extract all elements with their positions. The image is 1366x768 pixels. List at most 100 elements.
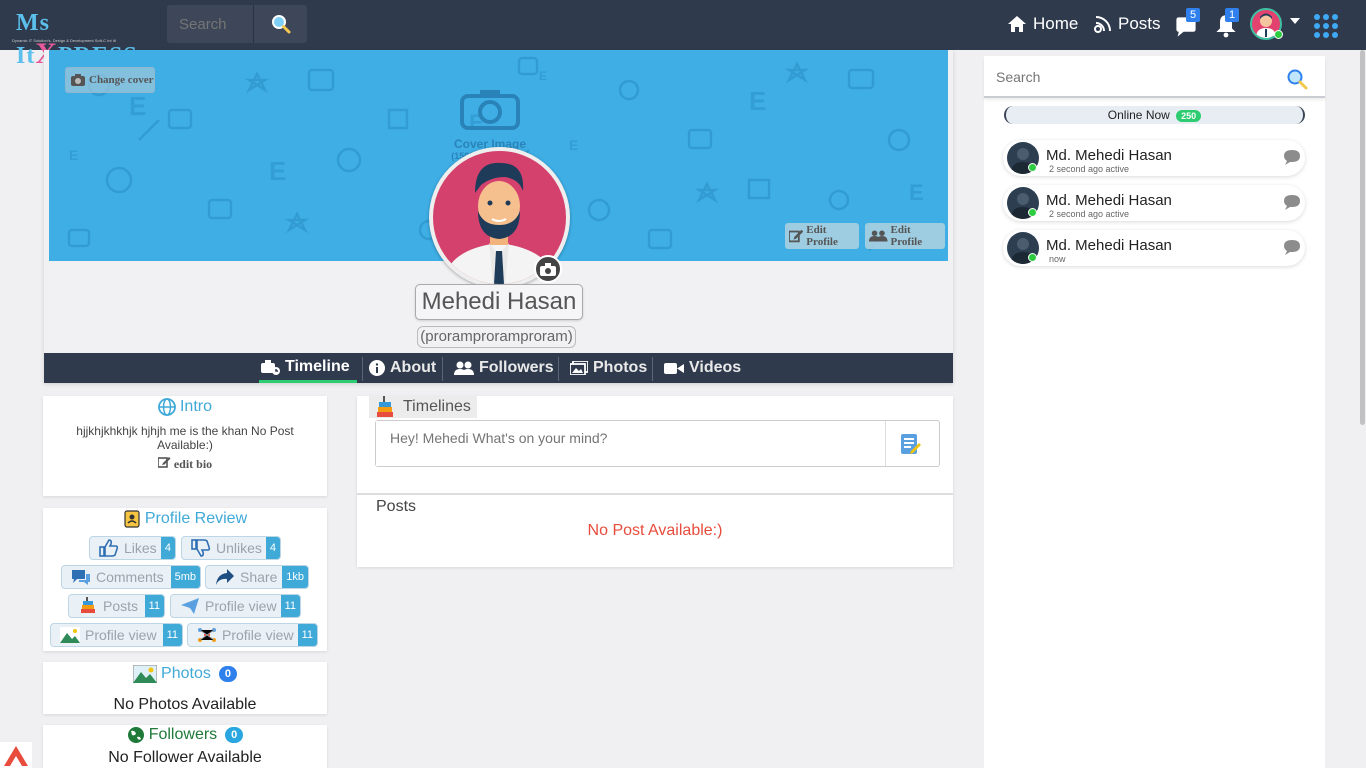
contact-book-icon	[124, 510, 140, 528]
stat-likes[interactable]: Likes 4	[89, 536, 176, 560]
nav-search-input[interactable]	[167, 5, 253, 43]
scrollbar-thumb[interactable]	[1360, 50, 1365, 425]
posts-stack-icon	[81, 597, 95, 613]
intro-title: Intro	[43, 398, 327, 416]
globe-people-icon	[127, 727, 144, 743]
post-composer	[375, 420, 940, 467]
brand-logo[interactable]: Ms ItXPRESS Dynamic IT Solution's, Desig…	[10, 8, 146, 70]
home-icon	[1008, 16, 1026, 32]
info-icon	[369, 360, 385, 376]
chat-bubble-icon[interactable]	[1283, 194, 1301, 210]
edit-icon	[157, 457, 171, 468]
user-name: Md. Mehedi Hasan	[1046, 237, 1172, 254]
publish-post-icon[interactable]	[899, 433, 921, 455]
change-cover-button[interactable]: Change cover	[65, 67, 155, 93]
online-user-row[interactable]: Md. Mehedi Hasan 2 second ago active	[1003, 140, 1305, 176]
stat-count: 11	[280, 595, 300, 617]
network-icon	[198, 628, 216, 642]
online-indicator	[1028, 163, 1037, 172]
stat-share[interactable]: Share 1kb	[205, 565, 309, 589]
followers-count-badge: 0	[225, 727, 244, 743]
tab-timeline[interactable]: Timeline	[259, 353, 357, 383]
share-icon	[216, 569, 234, 585]
user-name: Md. Mehedi Hasan	[1046, 147, 1172, 164]
nav-search-button[interactable]	[253, 5, 307, 43]
stat-comments[interactable]: Comments 5mb	[61, 565, 201, 589]
stat-count: 5mb	[170, 566, 200, 588]
posts-icon	[1094, 16, 1111, 33]
messages-count-badge: 5	[1186, 8, 1201, 22]
images-icon	[570, 361, 588, 375]
chat-bubble-icon[interactable]	[1283, 239, 1301, 255]
caret-down-icon[interactable]	[1290, 18, 1300, 24]
profile-review-title: Profile Review	[43, 510, 327, 528]
stat-posts[interactable]: Posts 11	[68, 594, 165, 618]
comments-icon	[72, 570, 90, 585]
svg-text:E: E	[269, 156, 286, 186]
stat-unlikes[interactable]: Unlikes 4	[181, 536, 281, 560]
stat-count: 11	[162, 624, 182, 646]
timeline-icon	[261, 359, 280, 375]
landscape-icon	[133, 665, 158, 683]
nav-home-link[interactable]: Home	[1007, 14, 1078, 34]
tab-divider	[558, 357, 559, 381]
post-input[interactable]	[376, 421, 886, 466]
stat-profile-view-3[interactable]: Profile view 11	[187, 623, 318, 647]
edit-profile-label-2: Edit Profile	[890, 224, 923, 248]
tab-videos[interactable]: Videos	[664, 353, 741, 383]
apps-grid-icon[interactable]	[1314, 14, 1338, 38]
tab-photos[interactable]: Photos	[570, 353, 647, 383]
camera-icon	[540, 262, 556, 276]
intro-card: Intro hjjkhjkhkhjk hjhjh me is the khan …	[43, 396, 327, 496]
search-icon[interactable]	[1286, 68, 1308, 90]
camera-icon	[460, 90, 520, 130]
profile-review-card: Profile Review Likes 4 Unlikes 4 Comment…	[43, 508, 327, 651]
video-icon	[664, 362, 684, 374]
online-now-bar: Online Now 250	[1004, 106, 1305, 124]
photos-title[interactable]: Photos 0	[43, 665, 327, 683]
nav-home-label: Home	[1033, 14, 1079, 33]
edit-profile-button[interactable]: Edit Profile	[785, 223, 859, 249]
change-photo-button[interactable]	[534, 255, 562, 283]
tab-about[interactable]: About	[369, 353, 436, 383]
no-posts-text: No Post Available:)	[587, 522, 723, 539]
chat-sidebar: Online Now 250 Md. Mehedi Hasan 2 second…	[984, 56, 1325, 768]
sidebar-search-input[interactable]	[984, 58, 1274, 96]
svg-text:E: E	[569, 137, 578, 153]
globe-icon	[158, 398, 176, 416]
posts-heading: Posts	[376, 498, 417, 515]
chat-bubble-icon[interactable]	[1283, 149, 1301, 165]
svg-text:E: E	[129, 91, 146, 121]
tab-photos-label: Photos	[593, 359, 648, 376]
online-user-row[interactable]: Md. Mehedi Hasan now	[1003, 230, 1305, 266]
tab-divider	[442, 357, 443, 381]
nav-posts-label: Posts	[1118, 14, 1161, 33]
stat-profile-view-2[interactable]: Profile view 11	[50, 623, 183, 647]
edit-icon	[789, 229, 804, 243]
photos-count-badge: 0	[218, 666, 237, 682]
camera-icon	[71, 74, 85, 86]
debug-toolbar-icon[interactable]	[0, 742, 32, 768]
edit-bio-link[interactable]: edit bio	[43, 456, 327, 472]
search-icon	[271, 15, 290, 34]
page-scrollbar[interactable]	[1359, 50, 1366, 425]
online-user-row[interactable]: Md. Mehedi Hasan 2 second ago active	[1003, 185, 1305, 221]
online-now-label: Online Now	[1107, 108, 1170, 122]
users-icon	[869, 230, 888, 242]
users-icon	[454, 361, 474, 375]
edit-profile-users-button[interactable]: Edit Profile	[865, 223, 945, 249]
followers-empty-text: No Follower Available	[108, 749, 262, 766]
profile-username: (proramproramproram)	[417, 326, 576, 348]
svg-text:E: E	[539, 69, 547, 83]
stat-profile-view-1[interactable]: Profile view 11	[170, 594, 301, 618]
followers-card: Followers 0 No Follower Available	[43, 725, 327, 768]
followers-title[interactable]: Followers 0	[43, 726, 327, 744]
tab-divider	[362, 357, 363, 381]
stat-count: 11	[144, 595, 164, 617]
profile-tabs: Timeline About Followers Photos Videos	[44, 353, 953, 383]
user-status: 2 second ago active	[1049, 164, 1130, 174]
tab-followers[interactable]: Followers	[454, 353, 554, 383]
change-cover-label: Change cover	[89, 74, 154, 86]
nav-posts-link[interactable]: Posts	[1094, 14, 1161, 34]
landscape-icon	[60, 627, 80, 643]
